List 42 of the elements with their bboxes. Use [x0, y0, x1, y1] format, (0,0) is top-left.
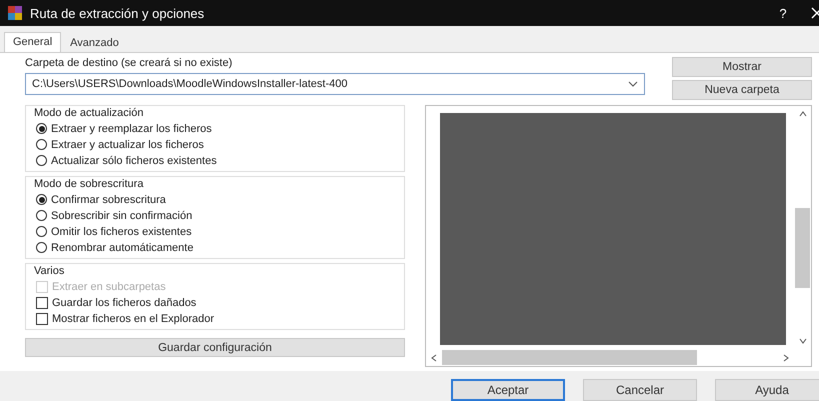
side-button[interactable]: Nueva carpeta	[672, 80, 812, 100]
scrollbar-thumb[interactable]	[795, 208, 810, 288]
option-label: Extraer y actualizar los ficheros	[51, 138, 204, 150]
scroll-up-icon[interactable]	[798, 110, 806, 118]
tab[interactable]: Avanzado	[61, 33, 128, 52]
scroll-left-icon[interactable]	[430, 354, 438, 362]
option-label: Sobrescribir sin confirmación	[51, 210, 192, 222]
scroll-down-icon[interactable]	[798, 337, 806, 345]
radio-button[interactable]	[36, 123, 47, 134]
option-label: Renombrar automáticamente	[51, 242, 194, 254]
dialog-button[interactable]: Ayuda	[715, 379, 819, 401]
option-label: Extraer en subcarpetas	[52, 280, 166, 292]
option-label: Guardar los ficheros dañados	[52, 296, 196, 308]
app-icon	[8, 6, 22, 20]
save-settings-button[interactable]: Guardar configuración	[25, 338, 405, 357]
option-label: Mostrar ficheros en el Explorador	[52, 312, 214, 324]
option-label: Confirmar sobrescritura	[51, 194, 166, 206]
radio-button[interactable]	[36, 210, 47, 221]
option-label: Actualizar sólo ficheros existentes	[51, 154, 217, 166]
path-combobox[interactable]: C:\Users\USERS\Downloads\MoodleWindowsInstaller-latest-400	[25, 73, 645, 95]
radio-button[interactable]	[36, 194, 47, 205]
option-label: Extraer y reemplazar los ficheros	[51, 122, 212, 134]
radio-button[interactable]	[36, 139, 47, 150]
radio-button[interactable]	[36, 226, 47, 237]
scrollbar-thumb[interactable]	[442, 350, 697, 365]
radio-button[interactable]	[36, 155, 47, 166]
group-title: Modo de actualización	[34, 107, 144, 119]
checkbox[interactable]	[36, 312, 48, 324]
checkbox[interactable]	[36, 296, 48, 308]
group-title: Varios	[34, 265, 66, 277]
dialog-button[interactable]: Aceptar	[451, 379, 565, 401]
window-title: Ruta de extracción y opciones	[30, 6, 206, 20]
scroll-right-icon[interactable]	[782, 354, 790, 362]
option-label: Omitir los ficheros existentes	[51, 226, 192, 238]
radio-button[interactable]	[36, 242, 47, 253]
dialog-button[interactable]: Cancelar	[583, 379, 697, 401]
tab[interactable]: General	[4, 32, 62, 52]
help-button[interactable]: ?	[763, 6, 803, 20]
field-label: Carpeta de destino (se creará si no existe)	[25, 57, 234, 69]
side-button[interactable]: Mostrar	[672, 57, 812, 77]
caret-icon[interactable]	[628, 81, 638, 87]
group-title: Modo de sobrescritura	[34, 178, 144, 190]
